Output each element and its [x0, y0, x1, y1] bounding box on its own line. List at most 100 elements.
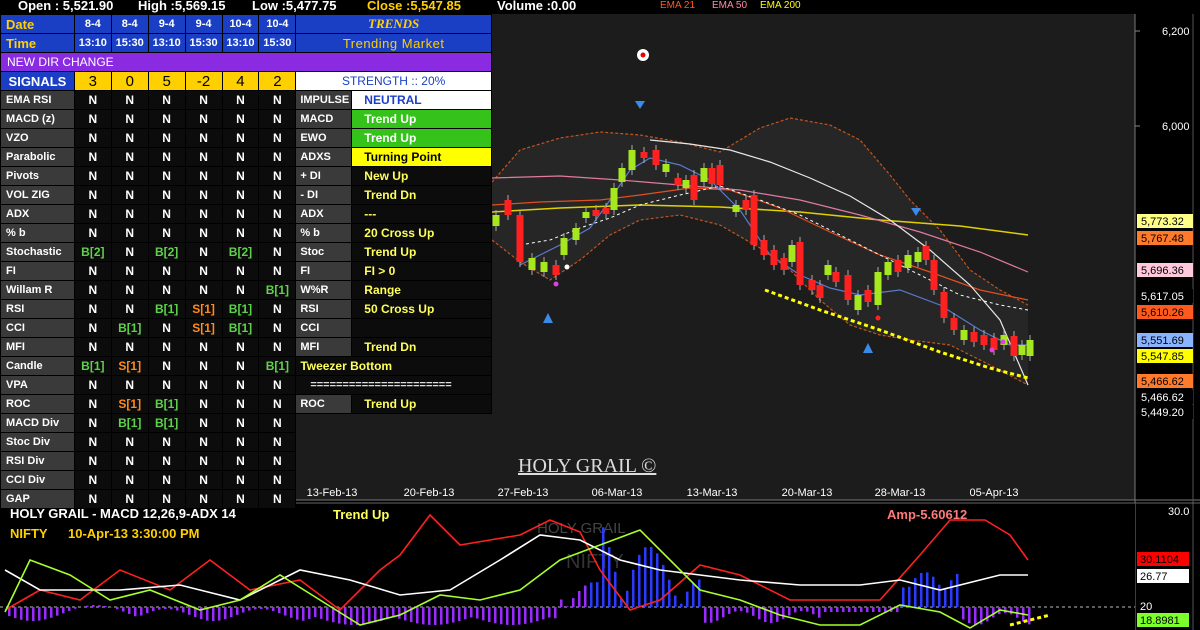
- signal-row: Pivots N N N N N N + DI New Up: [0, 166, 492, 186]
- strength-value: STRENGTH :: 20%: [295, 71, 492, 91]
- date-cell: 9-4: [184, 14, 223, 34]
- candle-body: [682, 180, 690, 188]
- signal-value: N: [184, 432, 223, 452]
- signal-value: N: [258, 337, 297, 357]
- signal-value: N: [258, 299, 297, 319]
- signal-value: N: [184, 109, 223, 129]
- candle-body: [528, 258, 536, 270]
- signal-value: N: [221, 90, 260, 110]
- candle-body: [662, 164, 670, 172]
- candle-body: [628, 150, 636, 170]
- signal-value: B[1]: [110, 318, 149, 338]
- time-cell: 13:10: [221, 33, 260, 53]
- signal-count: 5: [147, 71, 186, 91]
- signal-value: N: [221, 356, 260, 376]
- candle-body: [618, 168, 626, 182]
- signal-value: N: [184, 394, 223, 414]
- candle-body: [540, 262, 548, 272]
- indicator-label: W%R: [295, 280, 353, 300]
- signal-value: S[1]: [110, 356, 149, 376]
- signal-value: N: [147, 337, 186, 357]
- signal-row: % b N N N N N N% b 20 Cross Up: [0, 223, 492, 243]
- signal-value: N: [147, 185, 186, 205]
- signal-value: N: [73, 432, 112, 452]
- signal-value: N: [258, 147, 297, 167]
- price-tag-label: 5,773.32: [1141, 216, 1184, 228]
- signal-value: N: [73, 128, 112, 148]
- trends-subtitle: Trending Market: [295, 33, 492, 53]
- signal-label: Stochastic: [0, 242, 75, 262]
- indicator-status: 50 Cross Up: [351, 299, 492, 319]
- candle-body: [960, 330, 968, 340]
- indicator-status: ======================: [295, 375, 492, 395]
- price-tick-label: 6,000: [1162, 121, 1190, 133]
- candle-body: [674, 178, 682, 185]
- price-tag-label: 5,696.36: [1141, 265, 1184, 277]
- new-dir-change: NEW DIR CHANGE: [0, 52, 492, 72]
- indicator-label: ADXS: [295, 147, 353, 167]
- signal-value: N: [110, 242, 149, 262]
- signal-value: N: [258, 451, 297, 471]
- candle-body: [1018, 345, 1026, 355]
- indicator-label: ADX: [295, 204, 353, 224]
- signal-table: Date 8-4 8-4 9-4 9-4 10-4 10-4 TRENDS Ti…: [0, 14, 492, 509]
- signal-row: Willam R N N N N N B[1] W%R Range: [0, 280, 492, 300]
- signal-value: B[2]: [73, 242, 112, 262]
- indicator-status: Turning Point: [351, 147, 492, 167]
- signal-row: CCI N B[1] N S[1] B[1] N CCI: [0, 318, 492, 338]
- indicator-label: MACD: [295, 109, 353, 129]
- candle-body: [832, 272, 840, 282]
- candle-body: [874, 272, 882, 305]
- signal-value: N: [110, 128, 149, 148]
- signal-label: FI: [0, 261, 75, 281]
- signal-value: N: [73, 337, 112, 357]
- signal-row: MFI N N N N N N MFI Trend Dn: [0, 337, 492, 357]
- date-tick-label: 05-Apr-13: [970, 487, 1019, 499]
- signal-row: VPA N N N N N N ======================: [0, 375, 492, 395]
- signal-value: N: [147, 147, 186, 167]
- signal-row: GAP N N N N N N: [0, 489, 492, 509]
- indicator-status: Range: [351, 280, 492, 300]
- signal-row: CCI Div N N N N N N: [0, 470, 492, 490]
- candle-body: [700, 168, 708, 182]
- candle-body: [516, 215, 524, 262]
- signal-label: Stoc Div: [0, 432, 75, 452]
- white-pivot-marker: [564, 264, 570, 270]
- candle-body: [970, 332, 978, 342]
- signal-value: N: [73, 413, 112, 433]
- pivot-marker: [989, 347, 995, 353]
- signal-value: N: [258, 413, 297, 433]
- signal-value: N: [184, 242, 223, 262]
- signal-row: VOL ZIG N N N N N N - DI Trend Dn: [0, 185, 492, 205]
- candle-body: [950, 318, 958, 330]
- candle-body: [690, 175, 698, 200]
- time-cell: 13:10: [147, 33, 186, 53]
- candle-body: [816, 285, 824, 298]
- candle-body: [750, 195, 758, 245]
- signal-value: N: [73, 375, 112, 395]
- signal-value: N: [221, 204, 260, 224]
- price-tag-label: 5,610.26: [1141, 307, 1184, 319]
- candle-body: [796, 242, 804, 285]
- signal-label: CCI: [0, 318, 75, 338]
- time-cell: 15:30: [184, 33, 223, 53]
- date-row: Date 8-4 8-4 9-4 9-4 10-4 10-4 TRENDS: [0, 14, 492, 34]
- candle-body: [716, 165, 724, 185]
- indicator-label: IMPULSE: [295, 90, 353, 110]
- signal-value: N: [258, 90, 297, 110]
- date-tick-label: 27-Feb-13: [498, 487, 549, 499]
- indicator-status: NEUTRAL: [351, 90, 492, 110]
- signal-value: N: [184, 489, 223, 509]
- signal-panel: Date 8-4 8-4 9-4 9-4 10-4 10-4 TRENDS Ti…: [0, 14, 492, 509]
- candle-body: [492, 215, 500, 226]
- signal-value: N: [184, 413, 223, 433]
- signal-value: N: [73, 280, 112, 300]
- signal-row: ROC N S[1] B[1] N N N ROC Trend Up: [0, 394, 492, 414]
- signal-value: N: [147, 109, 186, 129]
- candle-body: [770, 250, 778, 265]
- indicator-status: Trend Up: [351, 128, 492, 148]
- signal-row: Parabolic N N N N N N ADXS Turning Point: [0, 147, 492, 167]
- signal-value: N: [110, 280, 149, 300]
- signal-value: S[1]: [184, 299, 223, 319]
- signal-value: N: [110, 451, 149, 471]
